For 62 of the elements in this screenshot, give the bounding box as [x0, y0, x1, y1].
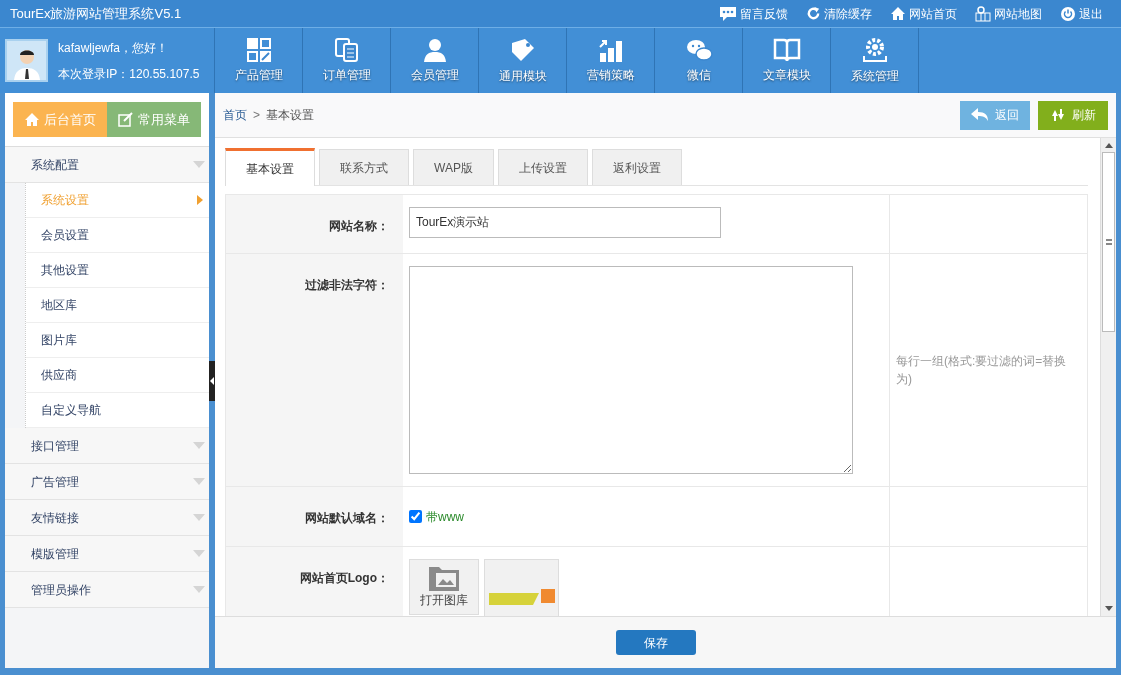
site-name-field[interactable]: TourEx演示站 — [409, 207, 721, 238]
top-link[interactable]: 网站地图 — [975, 4, 1042, 23]
top-link[interactable]: 留言反馈 — [719, 4, 788, 23]
filter-words-field[interactable] — [409, 266, 853, 474]
tab[interactable]: 基本设置 — [225, 148, 315, 186]
scroll-thumb[interactable] — [1102, 152, 1115, 332]
user-greeting: kafawljewfa，您好！ — [58, 39, 170, 57]
home-icon — [890, 6, 906, 21]
caret-icon — [193, 161, 205, 168]
breadcrumb-separator: > — [253, 107, 260, 124]
login-ip: 本次登录IP：120.55.107.5 — [58, 65, 200, 83]
power-icon — [1060, 5, 1076, 22]
field-label: 网站首页Logo： — [299, 570, 389, 585]
chat-icon — [719, 5, 737, 22]
caret-icon — [193, 514, 205, 521]
menu-item[interactable]: 地区库 — [26, 288, 209, 323]
avatar — [5, 39, 48, 82]
field-hint: 每行一组(格式:要过滤的词=替换为) — [896, 353, 1068, 388]
caret-icon — [193, 550, 205, 557]
reply-arrow-icon — [971, 108, 989, 122]
top-link[interactable]: 网站首页 — [890, 4, 957, 23]
arrow-icon — [197, 195, 203, 205]
scroll-down-arrow-icon[interactable] — [1104, 606, 1113, 612]
top-link[interactable]: 清除缓存 — [806, 4, 872, 23]
field-label: 网站名称： — [329, 218, 389, 233]
person-icon — [421, 37, 448, 63]
chat-bubbles-icon — [684, 37, 713, 63]
tab[interactable]: 联系方式 — [319, 149, 409, 185]
field-label: 过滤非法字符： — [305, 277, 389, 292]
refresh-icon — [806, 6, 821, 21]
top-link[interactable]: 退出 — [1060, 4, 1103, 23]
breadcrumb-current: 基本设置 — [266, 107, 314, 124]
scroll-up-arrow-icon[interactable] — [1104, 142, 1113, 148]
bar-chart-icon — [597, 37, 624, 63]
map-icon — [975, 5, 991, 22]
refresh-icon — [1050, 107, 1066, 123]
scrollbar[interactable] — [1100, 138, 1116, 616]
settings-icon — [860, 36, 889, 64]
www-checkbox[interactable] — [409, 510, 422, 523]
app-title: TourEx旅游网站管理系统V5.1 — [10, 4, 182, 23]
edit-icon — [118, 112, 134, 127]
menu-item[interactable]: 图片库 — [26, 323, 209, 358]
tab[interactable]: 返利设置 — [591, 149, 682, 185]
caret-icon — [193, 478, 205, 485]
grid-icon — [245, 37, 272, 63]
menu-item[interactable]: 会员设置 — [26, 218, 209, 253]
menu-item[interactable]: 其他设置 — [26, 253, 209, 288]
tab[interactable]: 上传设置 — [497, 149, 588, 185]
field-label: 网站默认域名： — [305, 509, 389, 525]
breadcrumb-link[interactable]: 首页 — [223, 106, 247, 124]
save-button[interactable]: 保存 — [615, 630, 696, 655]
folder-image-icon — [428, 564, 460, 592]
grip-icon — [1105, 239, 1112, 245]
caret-icon — [193, 442, 205, 449]
tab[interactable]: WAP版 — [413, 149, 494, 185]
book-icon — [772, 37, 801, 63]
open-gallery-button[interactable]: 打开图库 — [409, 559, 479, 615]
documents-icon — [333, 37, 360, 63]
checkbox-label: 带www — [426, 508, 464, 526]
caret-icon — [193, 586, 205, 593]
home-icon — [24, 112, 40, 127]
collapse-handle[interactable] — [209, 360, 215, 401]
